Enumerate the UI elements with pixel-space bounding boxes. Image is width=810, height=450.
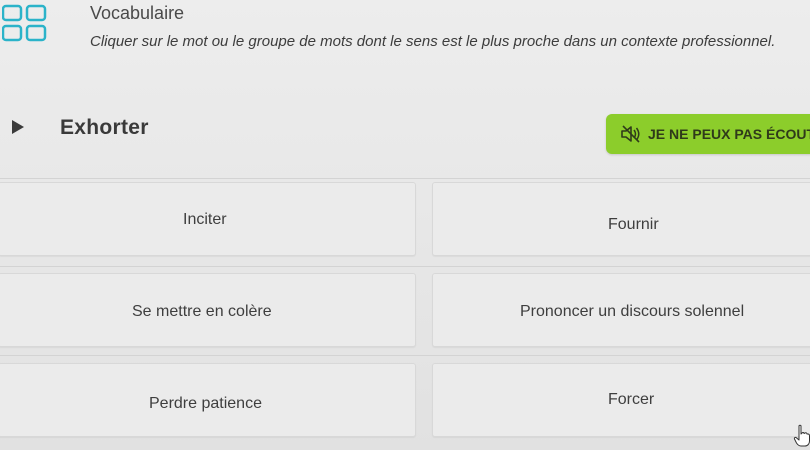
option-prononcer-un-discours-solennel[interactable]: Prononcer un discours solennel	[432, 273, 810, 347]
prompt-word: Exhorter	[60, 116, 149, 139]
play-icon[interactable]	[4, 116, 28, 138]
option-se-mettre-en-colere[interactable]: Se mettre en colère	[0, 273, 416, 347]
vocabulary-exercise: Vocabulaire Cliquer sur le mot ou le gro…	[0, 0, 810, 450]
option-perdre-patience[interactable]: Perdre patience	[0, 363, 416, 437]
option-label: Se mettre en colère	[132, 303, 272, 320]
divider	[0, 355, 810, 356]
grid-icon	[2, 4, 47, 42]
option-label: Perdre patience	[149, 395, 262, 412]
option-fournir[interactable]: Fournir	[432, 182, 810, 256]
option-label: Fournir	[608, 216, 659, 233]
option-label: Prononcer un discours solennel	[520, 303, 745, 320]
option-label: Forcer	[608, 391, 655, 408]
cant-listen-button[interactable]: JE NE PEUX PAS ÉCOUTE	[606, 114, 810, 154]
page-title: Vocabulaire	[90, 3, 185, 23]
cant-listen-label: JE NE PEUX PAS ÉCOUTE	[648, 126, 810, 142]
option-label: Inciter	[183, 211, 227, 228]
option-forcer[interactable]: Forcer	[432, 363, 810, 437]
divider	[0, 178, 810, 179]
divider	[0, 266, 810, 267]
hand-cursor-icon	[793, 424, 810, 447]
option-inciter[interactable]: Inciter	[0, 182, 416, 256]
speaker-muted-icon	[621, 125, 640, 143]
instruction-text: Cliquer sur le mot ou le groupe de mots …	[90, 33, 776, 50]
